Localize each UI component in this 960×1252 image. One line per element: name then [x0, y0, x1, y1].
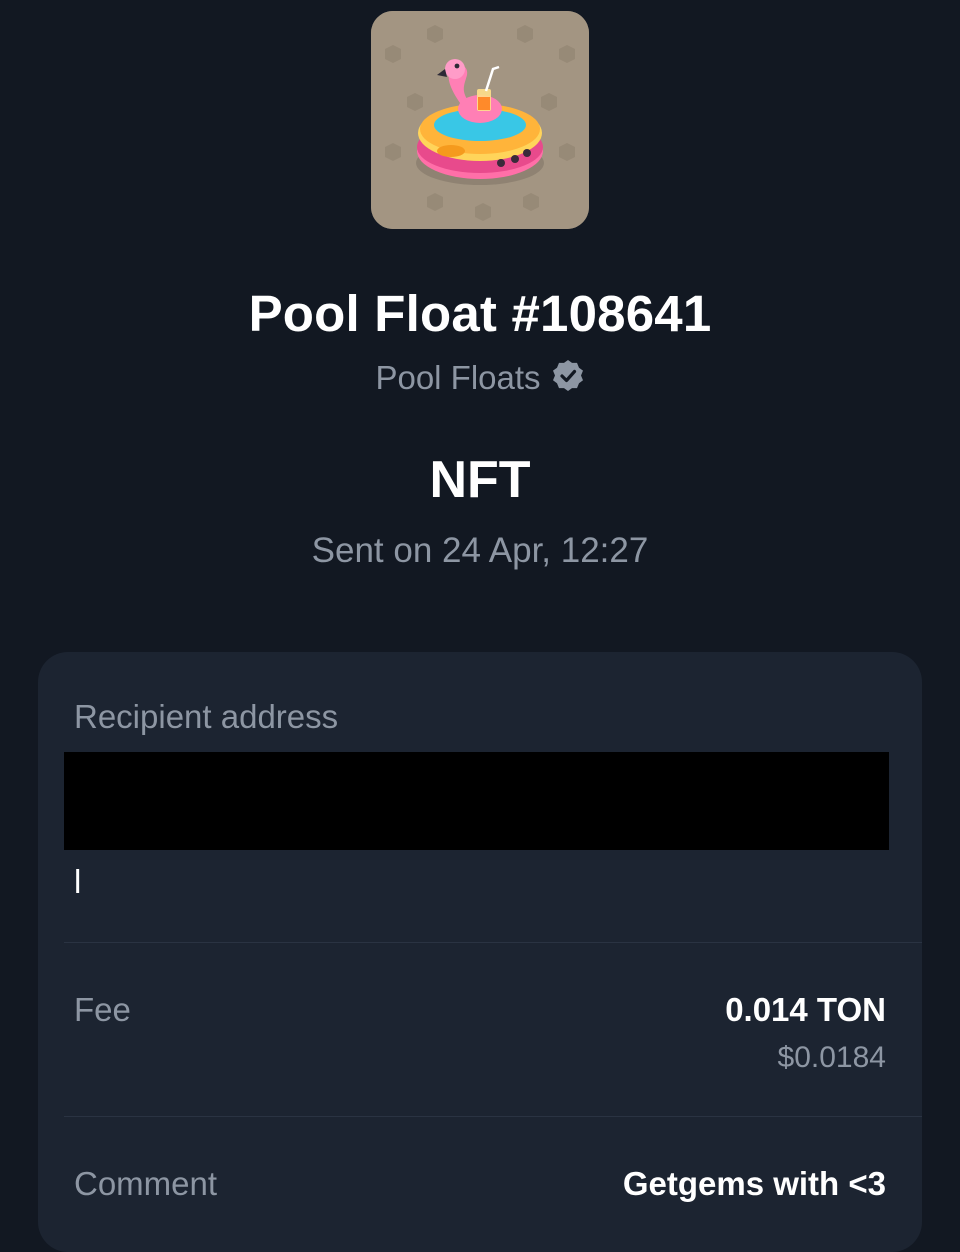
transaction-date: Sent on 24 Apr, 12:27 — [311, 531, 649, 570]
nft-title: Pool Float #108641 — [248, 285, 712, 342]
fee-usd-value: $0.0184 — [777, 1041, 886, 1074]
verified-badge-icon — [551, 359, 585, 404]
transaction-details-card: Recipient address l Fee 0.014 TON $0.018… — [38, 652, 922, 1252]
recipient-address-label: Recipient address — [74, 698, 339, 735]
pool-float-flamingo-icon — [371, 11, 589, 229]
recipient-address-redacted — [64, 752, 889, 850]
transaction-type: NFT — [429, 451, 531, 509]
recipient-address-value[interactable]: l — [74, 860, 81, 904]
divider — [64, 1116, 922, 1117]
comment-value: Getgems with <3 — [622, 1165, 886, 1202]
collection-link[interactable]: Pool Floats — [0, 356, 960, 404]
collection-name: Pool Floats — [375, 359, 541, 396]
fee-label: Fee — [74, 991, 131, 1028]
fee-value: 0.014 TON — [725, 991, 886, 1028]
comment-label: Comment — [74, 1165, 218, 1202]
divider — [64, 942, 922, 943]
nft-image[interactable] — [371, 11, 589, 229]
